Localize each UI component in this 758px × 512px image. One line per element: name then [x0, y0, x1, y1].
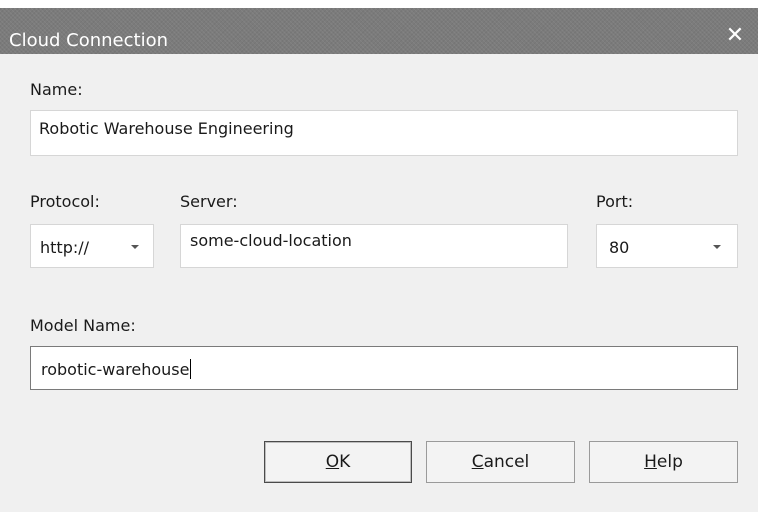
name-field[interactable]: Robotic Warehouse Engineering — [30, 110, 738, 156]
ok-button-accelerator: O — [325, 452, 340, 472]
close-icon[interactable]: ✕ — [724, 25, 746, 47]
model-name-field-value: robotic-warehouse — [41, 360, 190, 379]
server-label: Server: — [180, 192, 238, 211]
chevron-down-icon — [713, 245, 721, 249]
help-button-label: elp — [656, 452, 683, 472]
window-top-edge — [0, 0, 758, 8]
name-label: Name: — [30, 80, 83, 99]
port-label: Port: — [596, 192, 634, 211]
protocol-value: http:// — [40, 238, 90, 257]
help-button-accelerator: H — [644, 452, 657, 472]
model-name-field-content: robotic-warehouse — [41, 359, 192, 380]
title-bar[interactable]: Cloud Connection ✕ — [0, 8, 758, 54]
help-button[interactable]: Help — [589, 441, 738, 483]
name-field-value: Robotic Warehouse Engineering — [39, 119, 294, 138]
ok-button[interactable]: OK — [264, 441, 412, 483]
cancel-button-label: ancel — [483, 452, 530, 472]
model-name-label: Model Name: — [30, 316, 136, 335]
cancel-button[interactable]: Cancel — [426, 441, 575, 483]
port-dropdown[interactable]: 80 — [596, 224, 738, 268]
chevron-down-icon — [131, 245, 139, 249]
server-field-value: some-cloud-location — [190, 231, 352, 250]
protocol-dropdown[interactable]: http:// — [30, 224, 154, 268]
model-name-field[interactable]: robotic-warehouse — [30, 346, 738, 390]
protocol-label: Protocol: — [30, 192, 100, 211]
dialog-title: Cloud Connection — [9, 30, 168, 51]
port-value: 80 — [609, 238, 630, 257]
ok-button-label: K — [339, 452, 351, 472]
server-field[interactable]: some-cloud-location — [180, 224, 568, 268]
text-caret — [190, 359, 192, 379]
cancel-button-accelerator: C — [471, 452, 484, 472]
cloud-connection-dialog: Cloud Connection ✕ Name: Robotic Warehou… — [0, 0, 758, 512]
